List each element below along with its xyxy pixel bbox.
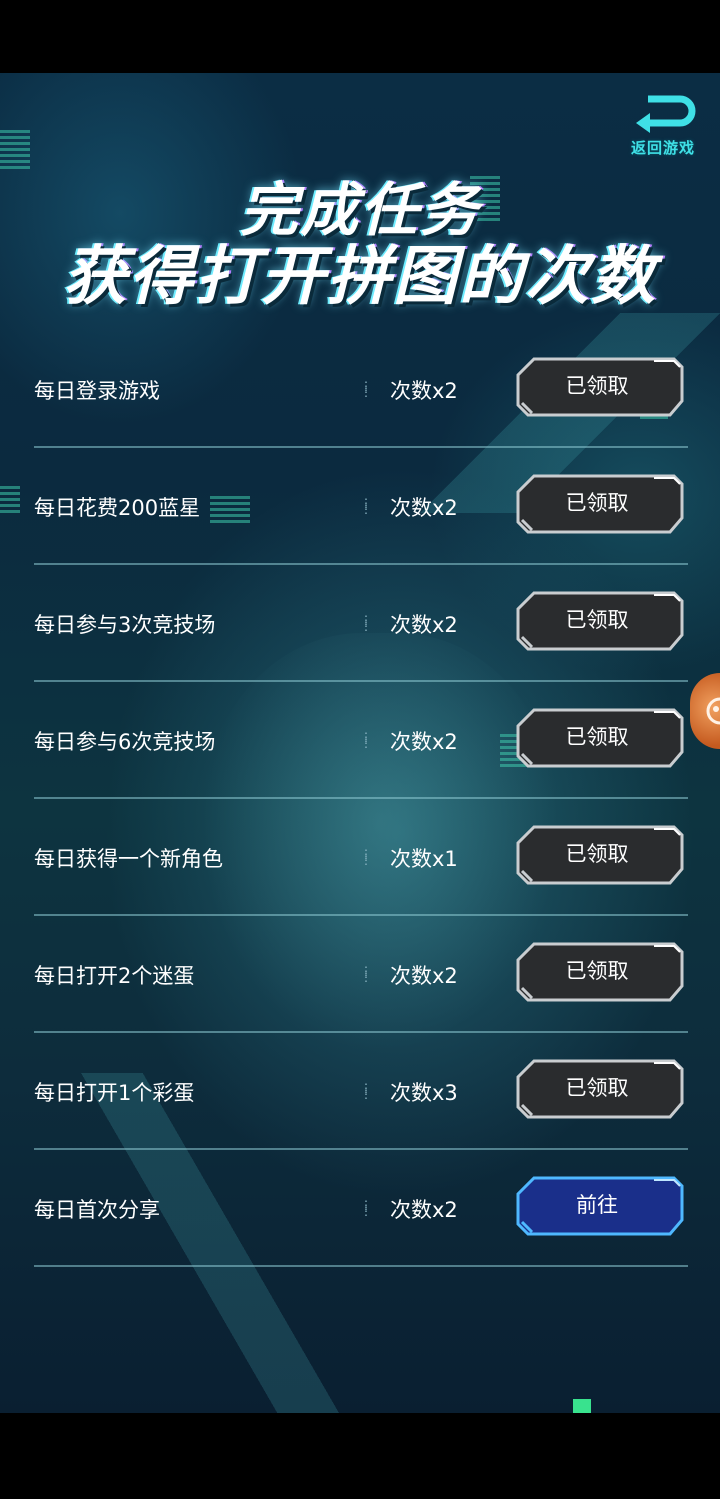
separator-dots: ⋮ ⋮ xyxy=(360,730,373,750)
row-divider xyxy=(34,1265,688,1267)
claimed-button[interactable]: 已领取 xyxy=(514,355,688,419)
floating-assistant-button[interactable] xyxy=(690,673,720,749)
claimed-button-label: 已领取 xyxy=(565,1076,629,1100)
task-row: 每日登录游戏 ⋮ ⋮ 次数x2 已领取 xyxy=(34,331,688,448)
return-arrow-icon xyxy=(636,95,696,133)
task-name: 每日首次分享 xyxy=(34,1198,160,1222)
return-to-game-button[interactable]: 返回游戏 xyxy=(618,91,708,161)
separator-dots: ⋮ ⋮ xyxy=(360,1198,373,1218)
separator-dots: ⋮ ⋮ xyxy=(360,1081,373,1101)
claimed-button[interactable]: 已领取 xyxy=(514,940,688,1004)
indicator-dot xyxy=(573,1399,591,1413)
task-name: 每日参与6次竞技场 xyxy=(34,730,216,754)
task-name: 每日花费200蓝星 xyxy=(34,496,201,520)
claimed-button-label: 已领取 xyxy=(565,608,629,632)
separator-dots: ⋮ ⋮ xyxy=(360,496,373,516)
task-row: 每日参与6次竞技场 ⋮ ⋮ 次数x2 已领取 xyxy=(34,682,688,799)
separator-dots: ⋮ ⋮ xyxy=(360,379,373,399)
task-row: 每日获得一个新角色 ⋮ ⋮ 次数x1 已领取 xyxy=(34,799,688,916)
task-name: 每日获得一个新角色 xyxy=(34,847,223,871)
task-name: 每日打开2个迷蛋 xyxy=(34,964,195,988)
go-button-label: 前往 xyxy=(576,1193,618,1217)
separator-dots: ⋮ ⋮ xyxy=(360,847,373,867)
claimed-button[interactable]: 已领取 xyxy=(514,1057,688,1121)
claimed-button[interactable]: 已领取 xyxy=(514,823,688,887)
task-row: 每日花费200蓝星 ⋮ ⋮ 次数x2 已领取 xyxy=(34,448,688,565)
bg-stripe-decoration xyxy=(0,483,20,513)
game-screen: 返回游戏 完成任务 获得打开拼图的次数 每日登录游戏 ⋮ ⋮ 次数x2 已领取 每… xyxy=(0,73,720,1413)
task-row: 每日打开1个彩蛋 ⋮ ⋮ 次数x3 已领取 xyxy=(34,1033,688,1150)
separator-dots: ⋮ ⋮ xyxy=(360,964,373,984)
joystick-icon xyxy=(706,697,720,725)
task-reward: 次数x2 xyxy=(390,964,458,988)
task-reward: 次数x2 xyxy=(390,496,458,520)
task-reward: 次数x2 xyxy=(390,730,458,754)
page-title-line2: 获得打开拼图的次数 xyxy=(63,240,657,314)
task-reward: 次数x2 xyxy=(390,613,458,637)
claimed-button-label: 已领取 xyxy=(565,959,629,983)
task-reward: 次数x2 xyxy=(390,379,458,403)
task-row: 每日首次分享 ⋮ ⋮ 次数x2 前往 xyxy=(34,1150,688,1267)
return-label: 返回游戏 xyxy=(630,139,695,157)
go-button[interactable]: 前往 xyxy=(514,1174,688,1238)
task-name: 每日参与3次竞技场 xyxy=(34,613,216,637)
task-reward: 次数x2 xyxy=(390,1198,458,1222)
claimed-button[interactable]: 已领取 xyxy=(514,706,688,770)
claimed-button[interactable]: 已领取 xyxy=(514,472,688,536)
claimed-button-label: 已领取 xyxy=(565,491,629,515)
task-reward: 次数x3 xyxy=(390,1081,458,1105)
claimed-button[interactable]: 已领取 xyxy=(514,589,688,653)
task-row: 每日参与3次竞技场 ⋮ ⋮ 次数x2 已领取 xyxy=(34,565,688,682)
separator-dots: ⋮ ⋮ xyxy=(360,613,373,633)
claimed-button-label: 已领取 xyxy=(565,725,629,749)
task-name: 每日登录游戏 xyxy=(34,379,160,403)
task-reward: 次数x1 xyxy=(390,847,458,871)
task-name: 每日打开1个彩蛋 xyxy=(34,1081,195,1105)
claimed-button-label: 已领取 xyxy=(565,842,629,866)
claimed-button-label: 已领取 xyxy=(565,374,629,398)
task-row: 每日打开2个迷蛋 ⋮ ⋮ 次数x2 已领取 xyxy=(34,916,688,1033)
